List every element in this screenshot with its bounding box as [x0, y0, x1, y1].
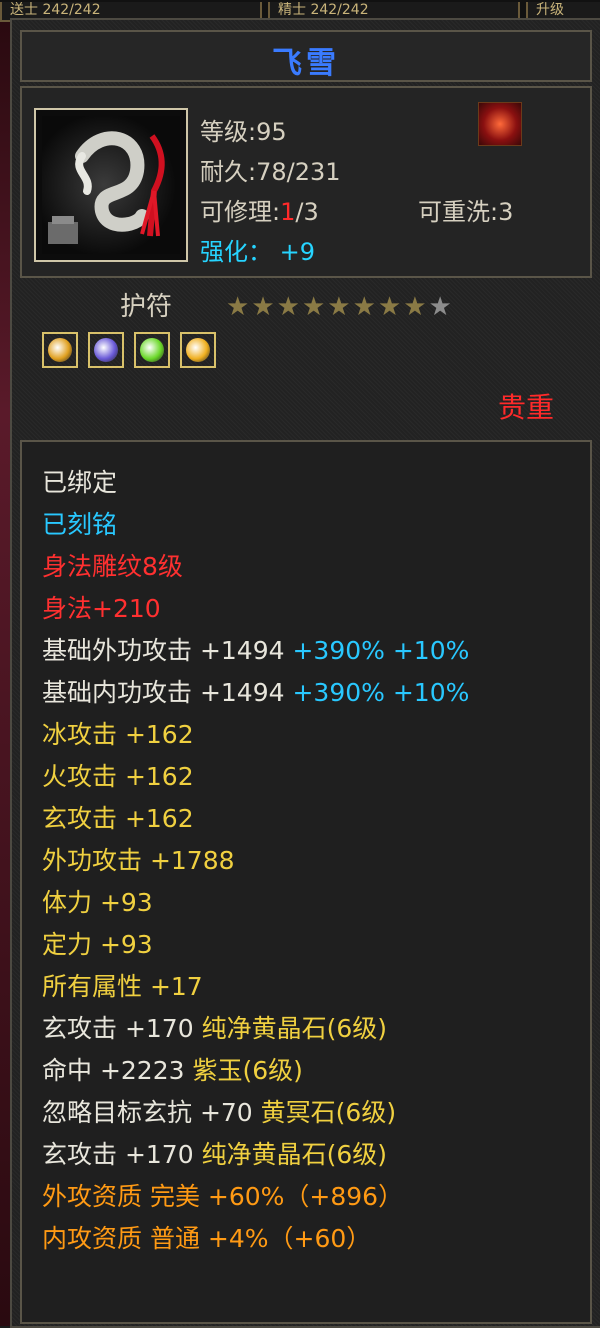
level-value: 95 — [256, 118, 287, 146]
star-filled-icon: ★ — [251, 292, 277, 322]
attribute-line: 已绑定 — [42, 468, 117, 498]
attribute-line: 命中 +2223 紫玉(6级) — [42, 1056, 303, 1086]
gem-green-icon[interactable] — [134, 332, 170, 368]
attribute-list: 已绑定已刻铭身法雕纹8级 身法+210 基础外功攻击 +1494 +390% +10… — [20, 440, 592, 1324]
gem-core — [94, 338, 118, 362]
attribute-text: 纯净黄晶石(6级) — [201, 1140, 387, 1169]
repair-total: /3 — [295, 198, 319, 226]
star-filled-icon: ★ — [327, 292, 353, 322]
attribute-text: 身法雕纹8级 — [42, 552, 183, 581]
star-filled-icon: ★ — [377, 292, 404, 322]
gem-orange-icon[interactable] — [42, 332, 78, 368]
attribute-line: 体力 +93 — [42, 888, 153, 918]
star-filled-icon: ★ — [403, 292, 429, 322]
attribute-line: 所有属性 +17 — [42, 972, 203, 1002]
star-rating: ★★★★★★★★★ — [226, 292, 454, 322]
attribute-line: 玄攻击 +162 — [42, 804, 194, 834]
attribute-text: 命中 +2223 — [42, 1056, 193, 1085]
level-row: 等级:95 — [200, 118, 287, 146]
level-label: 等级 — [200, 118, 248, 146]
repair-label: 可修理 — [200, 198, 272, 226]
attribute-text: 冰攻击 +162 — [42, 720, 194, 749]
item-name: 飞雪 — [272, 46, 340, 81]
attribute-line: 基础外功攻击 +1494 +390% +10% — [42, 636, 469, 666]
attribute-text: 身法+210 — [42, 594, 161, 623]
attribute-text: 玄攻击 +170 — [42, 1014, 202, 1043]
item-icon-frame — [34, 108, 188, 262]
star-empty-icon: ★ — [428, 292, 454, 322]
attribute-text: 纯净黄晶石(6级) — [201, 1014, 387, 1043]
star-filled-icon: ★ — [352, 292, 378, 322]
attribute-text: +390% +10% — [292, 636, 470, 665]
repair-row: 可修理:1/3 — [200, 198, 319, 226]
gem-core — [186, 338, 210, 362]
attribute-text: 基础内功攻击 +1494 — [42, 678, 293, 707]
gem-core — [48, 338, 72, 362]
attribute-line: 玄攻击 +170 纯净黄晶石(6级) — [42, 1140, 387, 1170]
enhance-value: +9 — [279, 238, 316, 266]
enhance-label: 强化： — [200, 238, 272, 266]
attribute-line: 定力 +93 — [42, 930, 153, 960]
attribute-text: 基础外功攻击 +1494 — [42, 636, 293, 665]
gem-core — [140, 338, 164, 362]
attribute-line: 玄攻击 +170 纯净黄晶石(6级) — [42, 1014, 387, 1044]
item-type-section: 护符 ★★★★★★★★★ 贵重 — [20, 282, 588, 432]
attribute-text: +390% +10% — [292, 678, 470, 707]
durability-value: 78/231 — [256, 158, 341, 186]
attribute-line: 内攻资质 普通 +4%（+60） — [42, 1224, 371, 1254]
enhance-row: 强化： +9 — [200, 232, 315, 267]
attribute-line: 已刻铭 — [42, 510, 117, 540]
attribute-text: 定力 +93 — [42, 930, 153, 959]
background-edge — [0, 22, 10, 1326]
star-filled-icon: ★ — [301, 292, 328, 322]
gem-purple-icon[interactable] — [88, 332, 124, 368]
item-tooltip-panel: 飞雪 等级:95 耐久:78/231 可修理:1/3 可重洗:3 强化： +9 … — [10, 18, 600, 1328]
attribute-text: 忽略目标玄抗 +70 — [42, 1098, 261, 1127]
rewash-label: 可重洗 — [418, 198, 490, 226]
rarity-label: 贵重 — [497, 391, 554, 424]
attribute-text: 外功攻击 +1788 — [42, 846, 235, 875]
attribute-text: 火攻击 +162 — [42, 762, 194, 791]
attribute-line: 冰攻击 +162 — [42, 720, 194, 750]
attribute-text: 体力 +93 — [42, 888, 153, 917]
rewash-value: 3 — [498, 198, 514, 226]
gem-sockets — [42, 332, 226, 372]
attribute-text: 玄攻击 +162 — [42, 804, 194, 833]
attribute-text: 紫玉(6级) — [192, 1056, 303, 1085]
durability-row: 耐久:78/231 — [200, 158, 341, 186]
attribute-text: 黄冥石(6级) — [260, 1098, 397, 1127]
attribute-line: 身法雕纹8级 — [42, 552, 183, 582]
attribute-line: 身法+210 — [42, 594, 161, 624]
attribute-text: 内攻资质 普通 +4%（+60） — [42, 1224, 372, 1253]
repair-used: 1 — [280, 198, 296, 226]
rewash-row: 可重洗:3 — [418, 198, 514, 226]
attribute-text: 玄攻击 +170 — [42, 1140, 202, 1169]
attribute-text: 外攻资质 完美 +60%（+896） — [42, 1182, 404, 1211]
item-summary: 等级:95 耐久:78/231 可修理:1/3 可重洗:3 强化： +9 — [20, 86, 592, 278]
attribute-text: 已刻铭 — [42, 510, 118, 539]
durability-label: 耐久 — [200, 158, 248, 186]
amulet-icon — [42, 116, 180, 254]
star-filled-icon: ★ — [276, 292, 302, 322]
bound-badge-icon — [478, 102, 522, 146]
tooltip-frame: 送士 242/242 精士 242/242 升级 飞雪 等级:95 耐久:78/… — [0, 0, 600, 1328]
attribute-text: 所有属性 +17 — [42, 972, 203, 1001]
attribute-line: 火攻击 +162 — [42, 762, 194, 792]
attribute-text: 已绑定 — [42, 468, 118, 497]
attribute-line: 基础内功攻击 +1494 +390% +10% — [42, 678, 469, 708]
attribute-line: 外功攻击 +1788 — [42, 846, 235, 876]
item-type: 护符 — [120, 292, 173, 322]
star-filled-icon: ★ — [226, 292, 252, 322]
gem-gold-icon[interactable] — [180, 332, 216, 368]
attribute-line: 忽略目标玄抗 +70 黄冥石(6级) — [42, 1098, 396, 1128]
attribute-line: 外攻资质 完美 +60%（+896） — [42, 1182, 403, 1212]
title-bar: 飞雪 — [20, 30, 592, 82]
